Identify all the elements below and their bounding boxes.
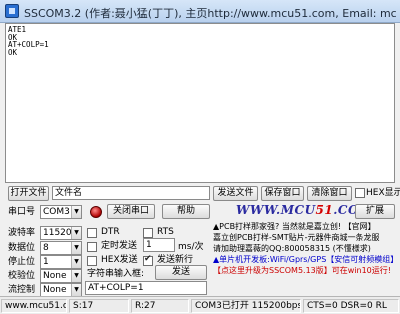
- ad-line-2[interactable]: 嘉立创PCB打样-SMT贴片-元器件商城一条龙服: [213, 233, 400, 243]
- rts-label: RTS: [157, 227, 174, 237]
- chevron-down-icon: ▼: [71, 242, 81, 254]
- data-bits-select[interactable]: 8 ▼: [40, 241, 82, 255]
- hex-send-label: HEX发送: [101, 255, 138, 265]
- hex-display-checkbox[interactable]: [355, 188, 365, 198]
- window-title: SSCOM3.2 (作者:聂小猛(丁丁), 主页http://www.mcu51…: [24, 7, 397, 20]
- port-status-indicator-icon: [90, 206, 102, 218]
- ad-line-4[interactable]: ▲单片机开发板:WiFi/Gprs/GPS【安信可射频模组】: [213, 255, 400, 265]
- dtr-label: DTR: [101, 227, 120, 237]
- chevron-down-icon: ▼: [71, 284, 81, 296]
- status-received-count: R:27: [131, 299, 189, 313]
- data-bits-label: 数据位: [8, 243, 36, 253]
- parity-label: 校验位: [8, 271, 36, 281]
- flow-control-value: None: [43, 285, 67, 295]
- chevron-down-icon: ▼: [71, 270, 81, 282]
- send-file-button[interactable]: 发送文件: [213, 186, 258, 201]
- send-string-input[interactable]: AT+COLP=1: [85, 281, 207, 295]
- data-bits-value: 8: [43, 243, 49, 253]
- send-button[interactable]: 发送: [155, 265, 207, 280]
- flow-control-select[interactable]: None ▼: [40, 283, 82, 297]
- clear-window-button[interactable]: 清除窗口: [307, 186, 352, 201]
- open-file-button[interactable]: 打开文件: [8, 186, 49, 201]
- mcu51-logo: WWW.MCU51.COM: [236, 203, 373, 217]
- title-bar: SSCOM3.2 (作者:聂小猛(丁丁), 主页http://www.mcu51…: [0, 0, 400, 23]
- rts-checkbox[interactable]: [143, 228, 153, 238]
- ad-line-5[interactable]: 【点这里升级为SSCOM5.13版】可在win10运行!: [213, 266, 400, 276]
- chevron-down-icon: ▼: [71, 256, 81, 268]
- parity-select[interactable]: None ▼: [40, 269, 82, 283]
- stop-bits-label: 停止位: [8, 257, 36, 267]
- stop-bits-select[interactable]: 1 ▼: [40, 255, 82, 269]
- dtr-checkbox[interactable]: [87, 228, 97, 238]
- receive-text: ATE1 OK AT+COLP=1 OK: [8, 25, 49, 57]
- chevron-down-icon: ▼: [71, 206, 81, 218]
- port-select[interactable]: COM3 ▼: [40, 205, 82, 219]
- close-port-button[interactable]: 关闭串口: [107, 204, 155, 219]
- help-button[interactable]: 帮助: [162, 204, 210, 219]
- status-sent-count: S:17: [69, 299, 129, 313]
- send-interval-input[interactable]: 1: [143, 238, 175, 252]
- status-lines: CTS=0 DSR=0 RL: [303, 299, 399, 313]
- baud-label: 波特率: [8, 228, 36, 238]
- filename-input[interactable]: 文件名: [52, 186, 210, 200]
- status-port: COM3已打开 115200bps: [191, 299, 301, 313]
- flow-control-label: 流控制: [8, 285, 36, 295]
- hex-display-label: HEX显示: [366, 188, 400, 198]
- chevron-down-icon: ▼: [71, 227, 81, 239]
- stop-bits-value: 1: [43, 257, 49, 267]
- timed-send-label: 定时发送: [101, 241, 138, 251]
- ad-line-3[interactable]: 请加助理嘉薇的QQ:800058315 (不懂様求): [213, 244, 400, 254]
- baud-select[interactable]: 115200 ▼: [40, 226, 82, 240]
- string-input-label: 字符串输入框:: [87, 269, 145, 279]
- receive-textarea[interactable]: ATE1 OK AT+COLP=1 OK: [5, 23, 395, 183]
- expand-button[interactable]: 扩展: [355, 204, 395, 219]
- send-newline-checkbox[interactable]: [143, 254, 153, 266]
- status-site: www.mcu51.cor: [1, 299, 67, 313]
- send-interval-unit: ms/次: [178, 242, 204, 252]
- app-icon: [5, 4, 19, 18]
- port-value: COM3: [43, 207, 70, 217]
- timed-send-checkbox[interactable]: [87, 242, 97, 252]
- status-bar: www.mcu51.cor S:17 R:27 COM3已打开 115200bp…: [0, 296, 400, 314]
- parity-value: None: [43, 271, 67, 281]
- ad-line-1[interactable]: ▲PCB打样那家强? 当然就是嘉立创! 【官网】: [213, 222, 400, 232]
- hex-send-checkbox[interactable]: [87, 256, 97, 266]
- port-label: 串口号: [8, 207, 36, 217]
- save-window-button[interactable]: 保存窗口: [261, 186, 304, 201]
